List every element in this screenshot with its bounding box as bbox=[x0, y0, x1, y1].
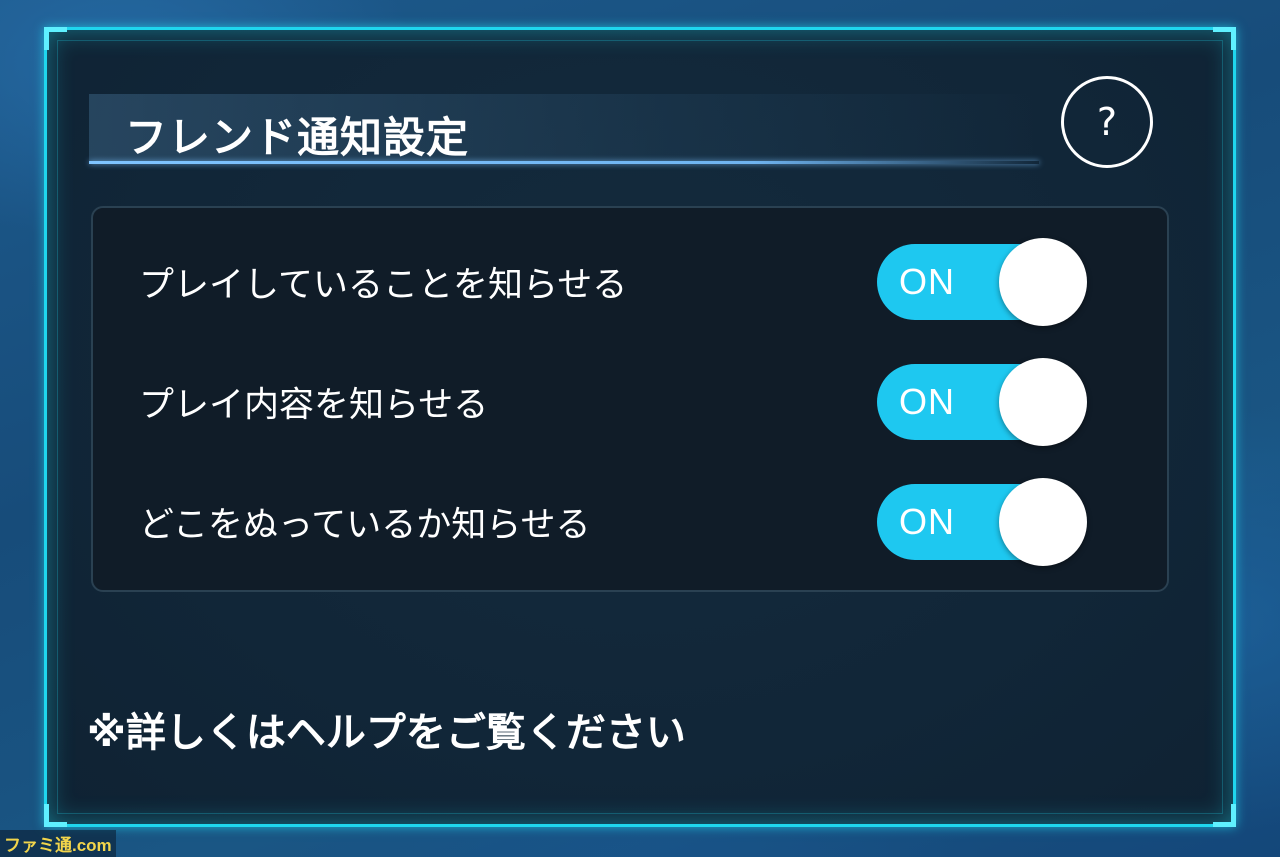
setting-label: プレイしていることを知らせる bbox=[139, 265, 628, 306]
title-underline bbox=[89, 161, 1039, 164]
playing-notification-toggle[interactable]: ON bbox=[877, 238, 1087, 326]
toggle-knob[interactable] bbox=[999, 238, 1087, 326]
setting-row-play-content: プレイ内容を知らせる ON bbox=[93, 352, 1167, 452]
setting-row-playing: プレイしていることを知らせる ON bbox=[93, 232, 1167, 332]
toggle-knob[interactable] bbox=[999, 358, 1087, 446]
dialog-title: フレンド通知設定 bbox=[125, 113, 470, 162]
help-button[interactable]: ? bbox=[1061, 76, 1153, 168]
title-bar: フレンド通知設定 bbox=[89, 94, 1039, 164]
question-icon: ? bbox=[1096, 100, 1118, 144]
toggle-state-text: ON bbox=[899, 501, 955, 542]
painting-location-notification-toggle[interactable]: ON bbox=[877, 478, 1087, 566]
friend-notification-dialog: フレンド通知設定 ? プレイしていることを知らせる ON プレイ内容を知らせる … bbox=[44, 27, 1236, 827]
settings-panel: プレイしていることを知らせる ON プレイ内容を知らせる ON どこをぬっている… bbox=[91, 206, 1169, 592]
toggle-knob[interactable] bbox=[999, 478, 1087, 566]
setting-row-painting-location: どこをぬっているか知らせる ON bbox=[93, 472, 1167, 572]
play-content-notification-toggle[interactable]: ON bbox=[877, 358, 1087, 446]
frame-corner bbox=[1213, 804, 1236, 827]
site-watermark: ファミ通.com bbox=[0, 830, 116, 857]
frame-corner bbox=[44, 27, 67, 50]
help-footnote: ※詳しくはヘルプをご覧ください bbox=[87, 710, 686, 756]
toggle-state-text: ON bbox=[899, 381, 955, 422]
setting-label: どこをぬっているか知らせる bbox=[139, 505, 591, 546]
toggle-state-text: ON bbox=[899, 261, 955, 302]
setting-label: プレイ内容を知らせる bbox=[139, 385, 489, 426]
frame-corner bbox=[1213, 27, 1236, 50]
frame-corner bbox=[44, 804, 67, 827]
